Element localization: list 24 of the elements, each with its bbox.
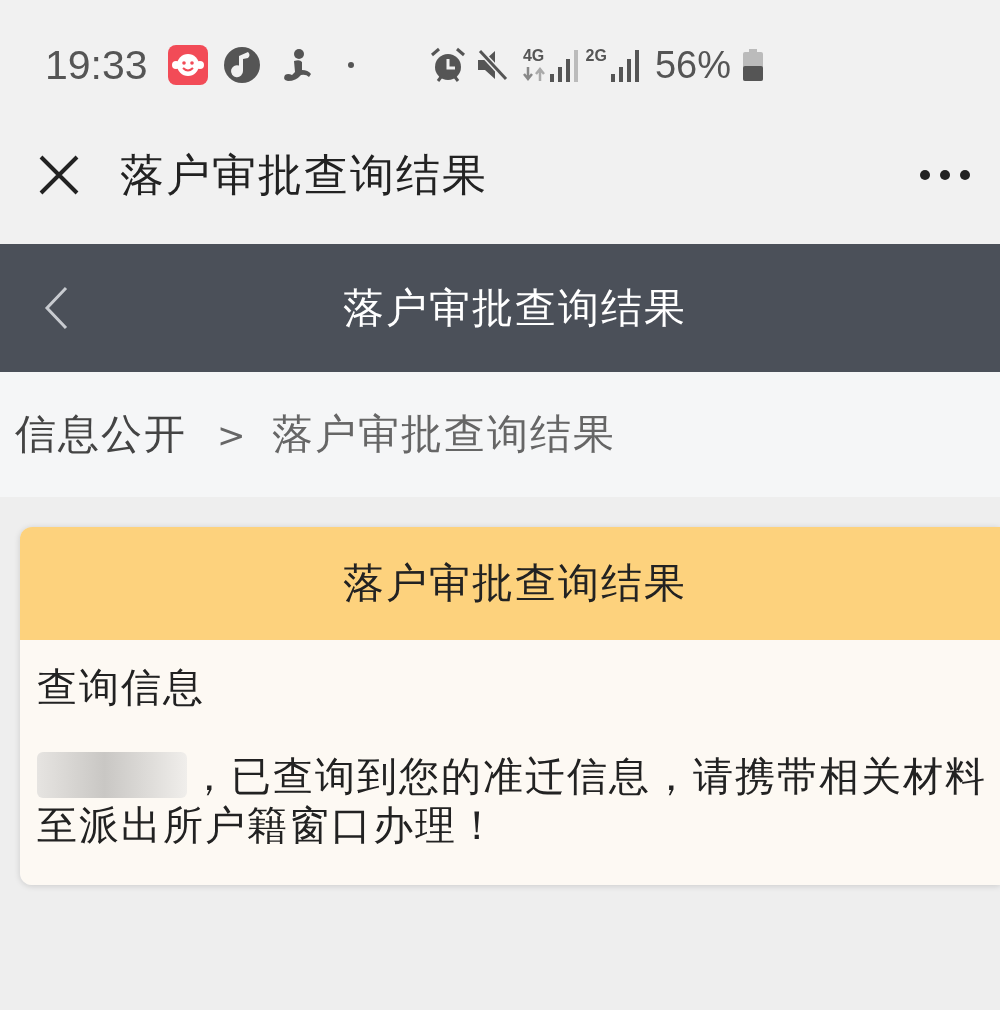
signal-icon xyxy=(610,48,641,82)
card-title: 落户审批查询结果 xyxy=(343,563,687,604)
sitting-person-icon xyxy=(281,48,312,82)
back-icon[interactable] xyxy=(44,286,68,330)
battery-icon xyxy=(743,49,763,81)
network-type-label: 4G xyxy=(522,48,545,64)
close-icon[interactable] xyxy=(38,154,80,196)
page-title: 落户审批查询结果 xyxy=(343,287,687,329)
window-title: 落户审批查询结果 xyxy=(120,153,488,197)
status-time: 19:33 xyxy=(45,44,148,86)
breadcrumb-link[interactable]: 信息公开 xyxy=(15,414,187,455)
battery-percent: 56% xyxy=(654,46,731,84)
mute-icon xyxy=(475,48,508,82)
alarm-clock-icon xyxy=(429,47,466,83)
result-message: ，已查询到您的准迁信息，请携带相关材料至派出所户籍窗口办理！ xyxy=(37,752,988,850)
music-note-disc-icon xyxy=(223,47,260,83)
section-label: 查询信息 xyxy=(37,663,206,712)
breadcrumb-separator: > xyxy=(217,417,246,452)
face-app-icon xyxy=(167,45,208,85)
breadcrumb-current: 落户审批查询结果 xyxy=(271,414,616,455)
signal-icon xyxy=(549,48,580,82)
network-type-label: 2G xyxy=(585,48,607,64)
more-icon[interactable] xyxy=(920,170,970,180)
dot-icon xyxy=(347,62,354,68)
